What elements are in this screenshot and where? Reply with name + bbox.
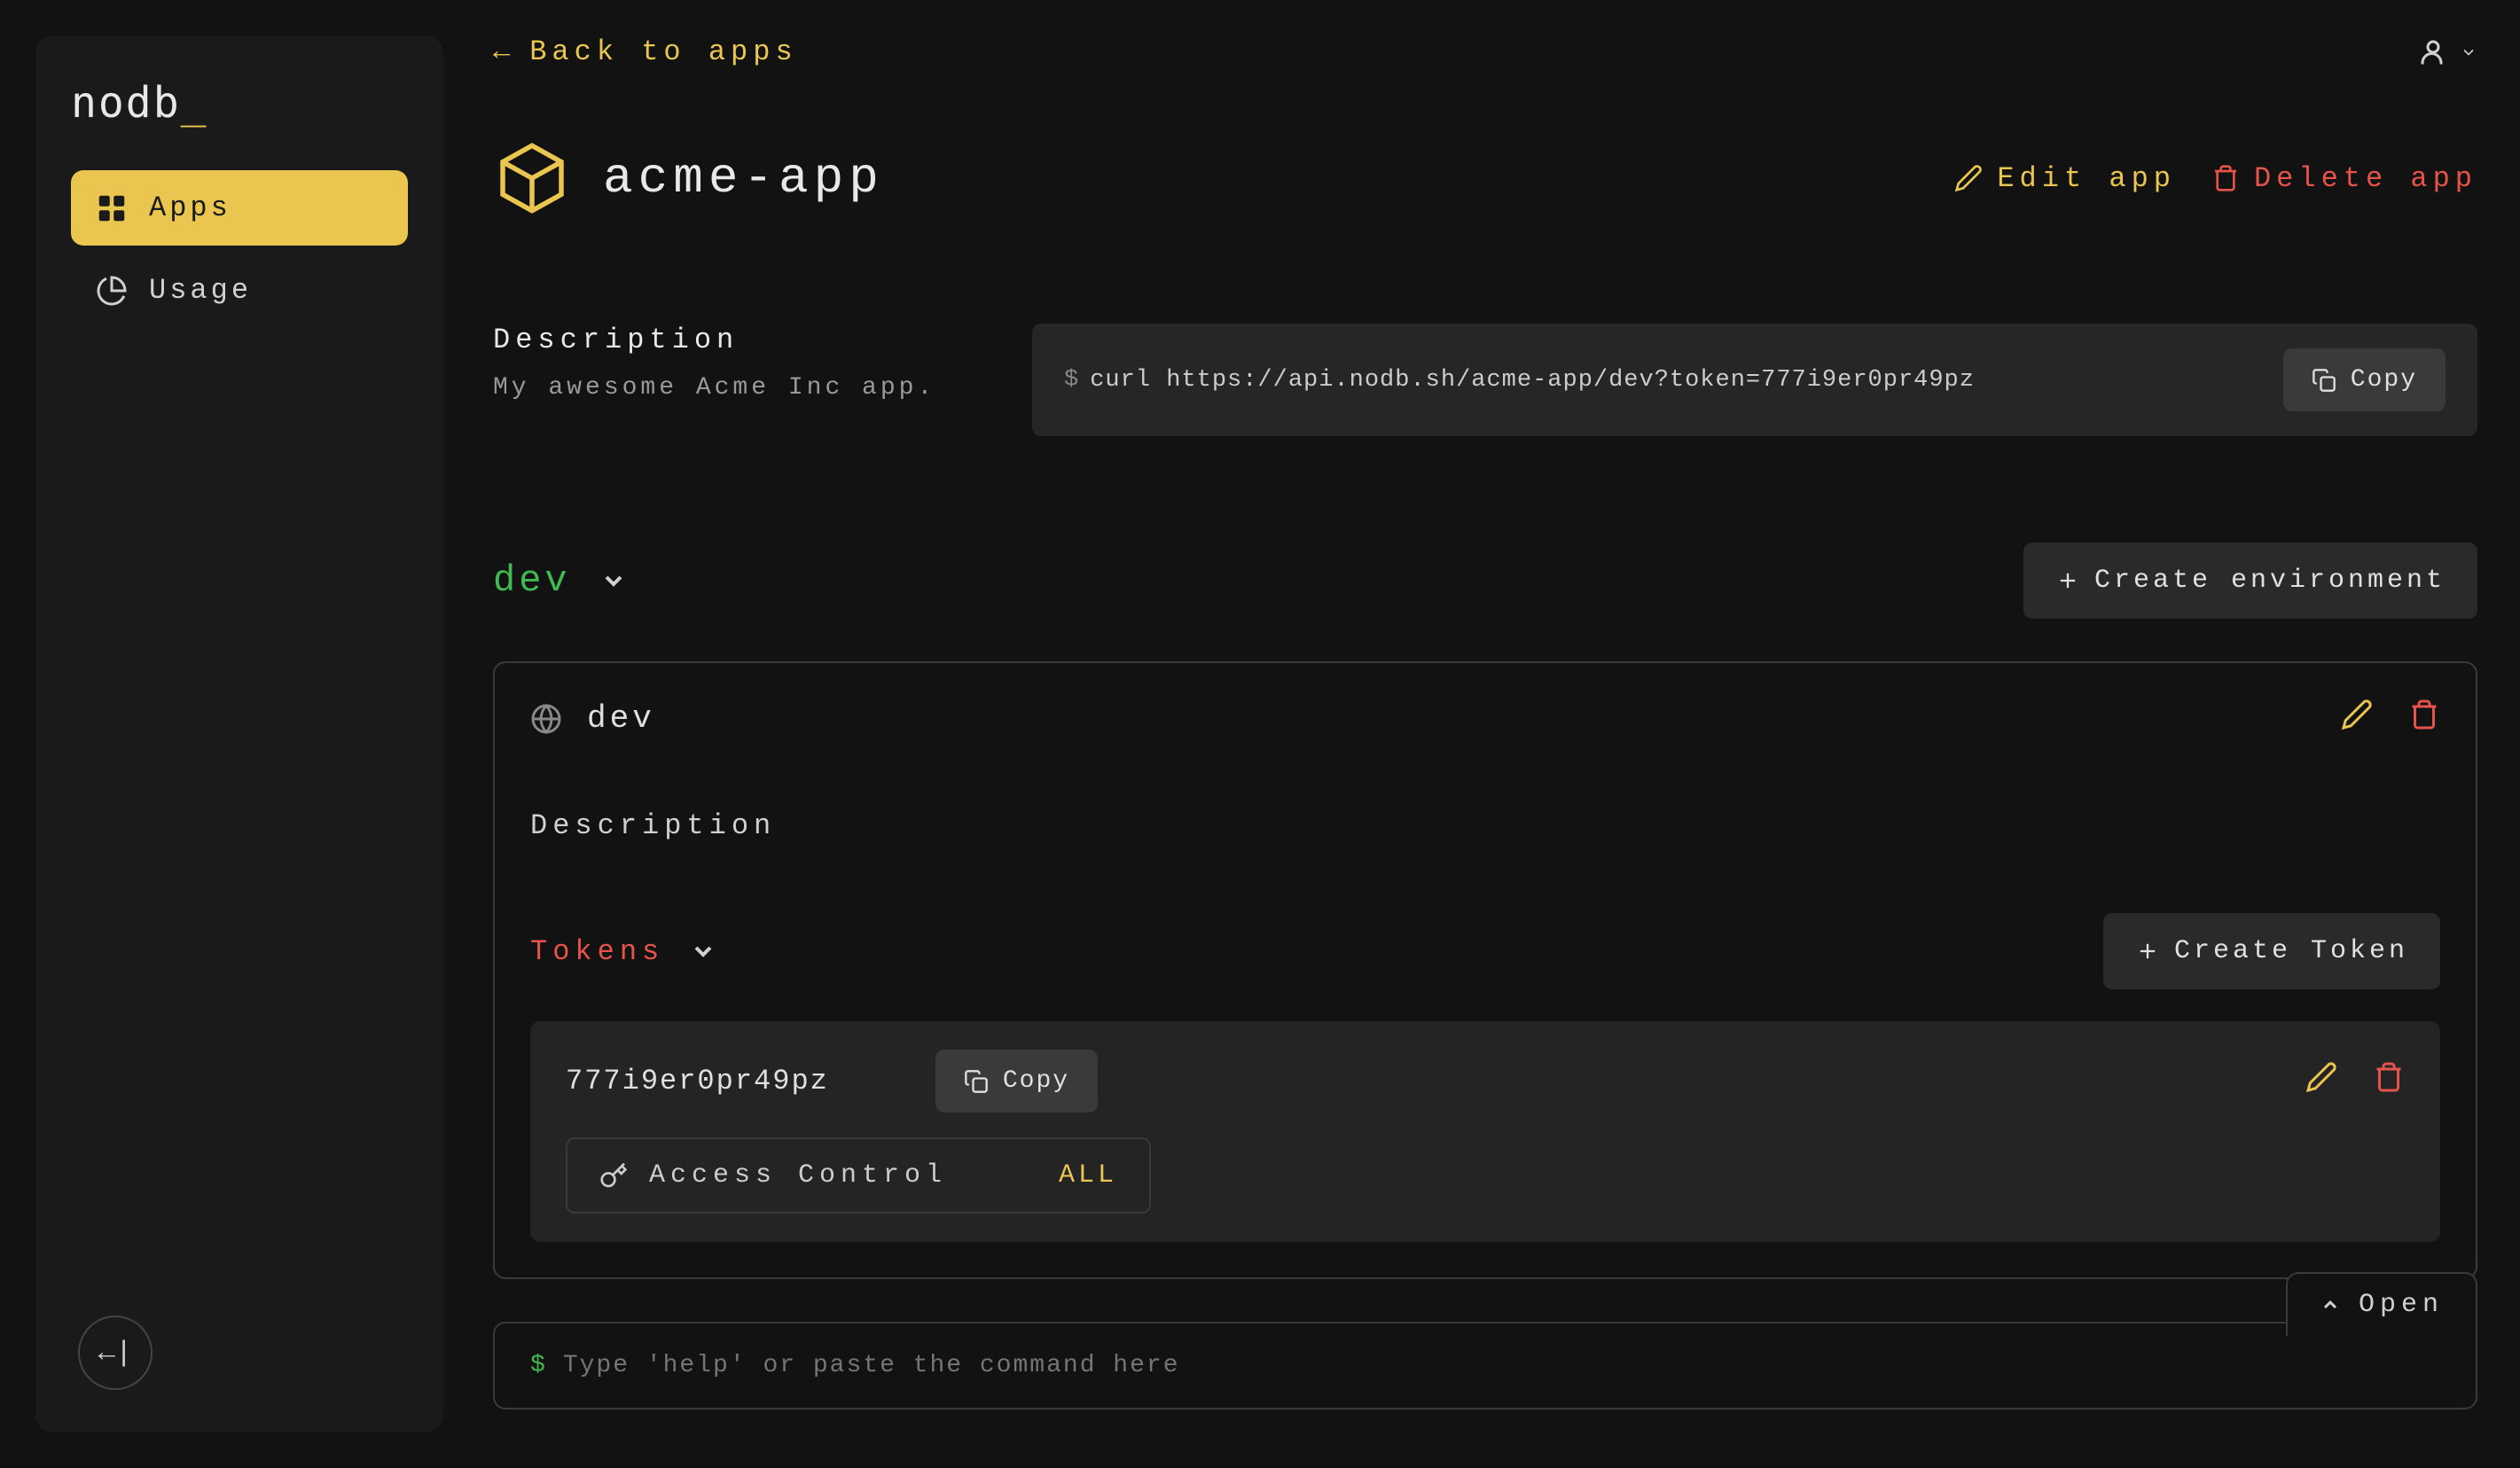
- env-name-text: dev: [587, 700, 655, 737]
- app-title: acme-app: [493, 139, 884, 217]
- curl-box: $ curl https://api.nodb.sh/acme-app/dev?t…: [1032, 324, 2477, 436]
- description-row: Description My awesome Acme Inc app. $ cu…: [493, 324, 2477, 436]
- collapse-sidebar-button[interactable]: ←|: [78, 1316, 153, 1390]
- sidebar-item-label: Apps: [149, 191, 231, 224]
- logo: nodb_: [71, 78, 408, 128]
- delete-app-button[interactable]: Delete app: [2211, 162, 2477, 195]
- environment-selector[interactable]: dev: [493, 559, 628, 602]
- environment-card: dev Description Tokens: [493, 661, 2477, 1279]
- globe-icon: [530, 703, 562, 735]
- edit-env-button[interactable]: [2341, 699, 2373, 738]
- access-control-box[interactable]: Access Control ALL: [566, 1137, 1151, 1214]
- tokens-toggle[interactable]: Tokens: [530, 935, 717, 968]
- copy-curl-button[interactable]: Copy: [2283, 348, 2446, 411]
- create-environment-button[interactable]: Create environment: [2023, 543, 2477, 619]
- create-env-label: Create environment: [2094, 566, 2446, 596]
- terminal-prompt: $: [530, 1352, 545, 1379]
- delete-token-button[interactable]: [2373, 1061, 2405, 1101]
- arrow-left-icon: ←: [493, 35, 515, 68]
- token-row: 777i9er0pr49pz Copy: [566, 1050, 2405, 1113]
- env-name: dev: [530, 700, 655, 737]
- delete-app-label: Delete app: [2254, 162, 2477, 195]
- logo-cursor: _: [181, 78, 208, 128]
- sidebar-item-apps[interactable]: Apps: [71, 170, 408, 246]
- env-card-header: dev: [530, 699, 2440, 738]
- back-label: Back to apps: [529, 35, 797, 68]
- app-actions: Edit app Delete app: [1954, 162, 2477, 195]
- chevron-down-icon: [689, 937, 717, 965]
- description-label: Description: [493, 324, 990, 356]
- open-label: Open: [2359, 1290, 2444, 1320]
- create-token-button[interactable]: Create Token: [2103, 913, 2440, 989]
- sidebar-item-label: Usage: [149, 274, 252, 307]
- cube-icon: [493, 139, 571, 217]
- plus-icon: [2055, 568, 2080, 593]
- copy-icon: [2312, 368, 2336, 393]
- topbar: ← Back to apps: [493, 35, 2477, 68]
- pencil-icon: [2305, 1061, 2337, 1093]
- env-current: dev: [493, 559, 571, 602]
- trash-icon: [2373, 1061, 2405, 1093]
- description-text: My awesome Acme Inc app.: [493, 374, 990, 402]
- env-description-label: Description: [530, 809, 2440, 842]
- copy-token-button[interactable]: Copy: [935, 1050, 1098, 1113]
- chevron-up-icon: [2320, 1294, 2341, 1316]
- pencil-icon: [1954, 164, 1983, 192]
- user-menu[interactable]: [2417, 36, 2477, 68]
- access-control-value: ALL: [1059, 1160, 1117, 1191]
- token-actions: [2305, 1061, 2405, 1101]
- tokens-row: Tokens Create Token: [530, 913, 2440, 989]
- access-control-label: Access Control: [649, 1160, 947, 1191]
- user-icon: [2417, 36, 2449, 68]
- collapse-icon: ←|: [98, 1337, 132, 1370]
- copy-icon: [964, 1069, 989, 1094]
- pie-chart-icon: [96, 275, 128, 307]
- copy-token-label: Copy: [1003, 1067, 1069, 1095]
- sidebar: nodb_ Apps Usage ←|: [35, 35, 443, 1433]
- app-name: acme-app: [603, 150, 884, 207]
- copy-label: Copy: [2351, 366, 2417, 394]
- environment-row: dev Create environment: [493, 543, 2477, 619]
- prompt-symbol: $: [1064, 367, 1079, 394]
- edit-app-label: Edit app: [1997, 162, 2176, 195]
- sidebar-item-usage[interactable]: Usage: [71, 253, 408, 328]
- tokens-label-text: Tokens: [530, 935, 664, 968]
- create-token-label: Create Token: [2174, 936, 2408, 966]
- trash-icon: [2211, 164, 2240, 192]
- access-left: Access Control: [599, 1160, 947, 1191]
- env-actions: [2341, 699, 2440, 738]
- plus-icon: [2135, 939, 2160, 964]
- chevron-down-icon: [599, 566, 628, 595]
- key-icon: [599, 1161, 628, 1190]
- edit-token-button[interactable]: [2305, 1061, 2337, 1101]
- open-terminal-button[interactable]: Open: [2286, 1272, 2477, 1336]
- trash-icon: [2408, 699, 2440, 730]
- description-block: Description My awesome Acme Inc app.: [493, 324, 990, 402]
- edit-app-button[interactable]: Edit app: [1954, 162, 2176, 195]
- chevron-down-icon: [2460, 43, 2477, 61]
- terminal: Open $: [493, 1322, 2477, 1409]
- token-card: 777i9er0pr49pz Copy: [530, 1021, 2440, 1242]
- main-content: ← Back to apps acme-app Edit app De: [443, 0, 2520, 1468]
- app-header: acme-app Edit app Delete app: [493, 139, 2477, 217]
- token-left: 777i9er0pr49pz Copy: [566, 1050, 1098, 1113]
- terminal-input[interactable]: [563, 1352, 2440, 1379]
- curl-text: curl https://api.nodb.sh/acme-app/dev?to…: [1090, 367, 1975, 394]
- delete-env-button[interactable]: [2408, 699, 2440, 738]
- terminal-input-row: $: [495, 1324, 2476, 1408]
- back-to-apps-link[interactable]: ← Back to apps: [493, 35, 798, 68]
- grid-icon: [96, 192, 128, 224]
- curl-command: $ curl https://api.nodb.sh/acme-app/dev?t…: [1064, 367, 1975, 394]
- pencil-icon: [2341, 699, 2373, 730]
- token-value: 777i9er0pr49pz: [566, 1065, 829, 1097]
- logo-text: nodb: [71, 78, 181, 128]
